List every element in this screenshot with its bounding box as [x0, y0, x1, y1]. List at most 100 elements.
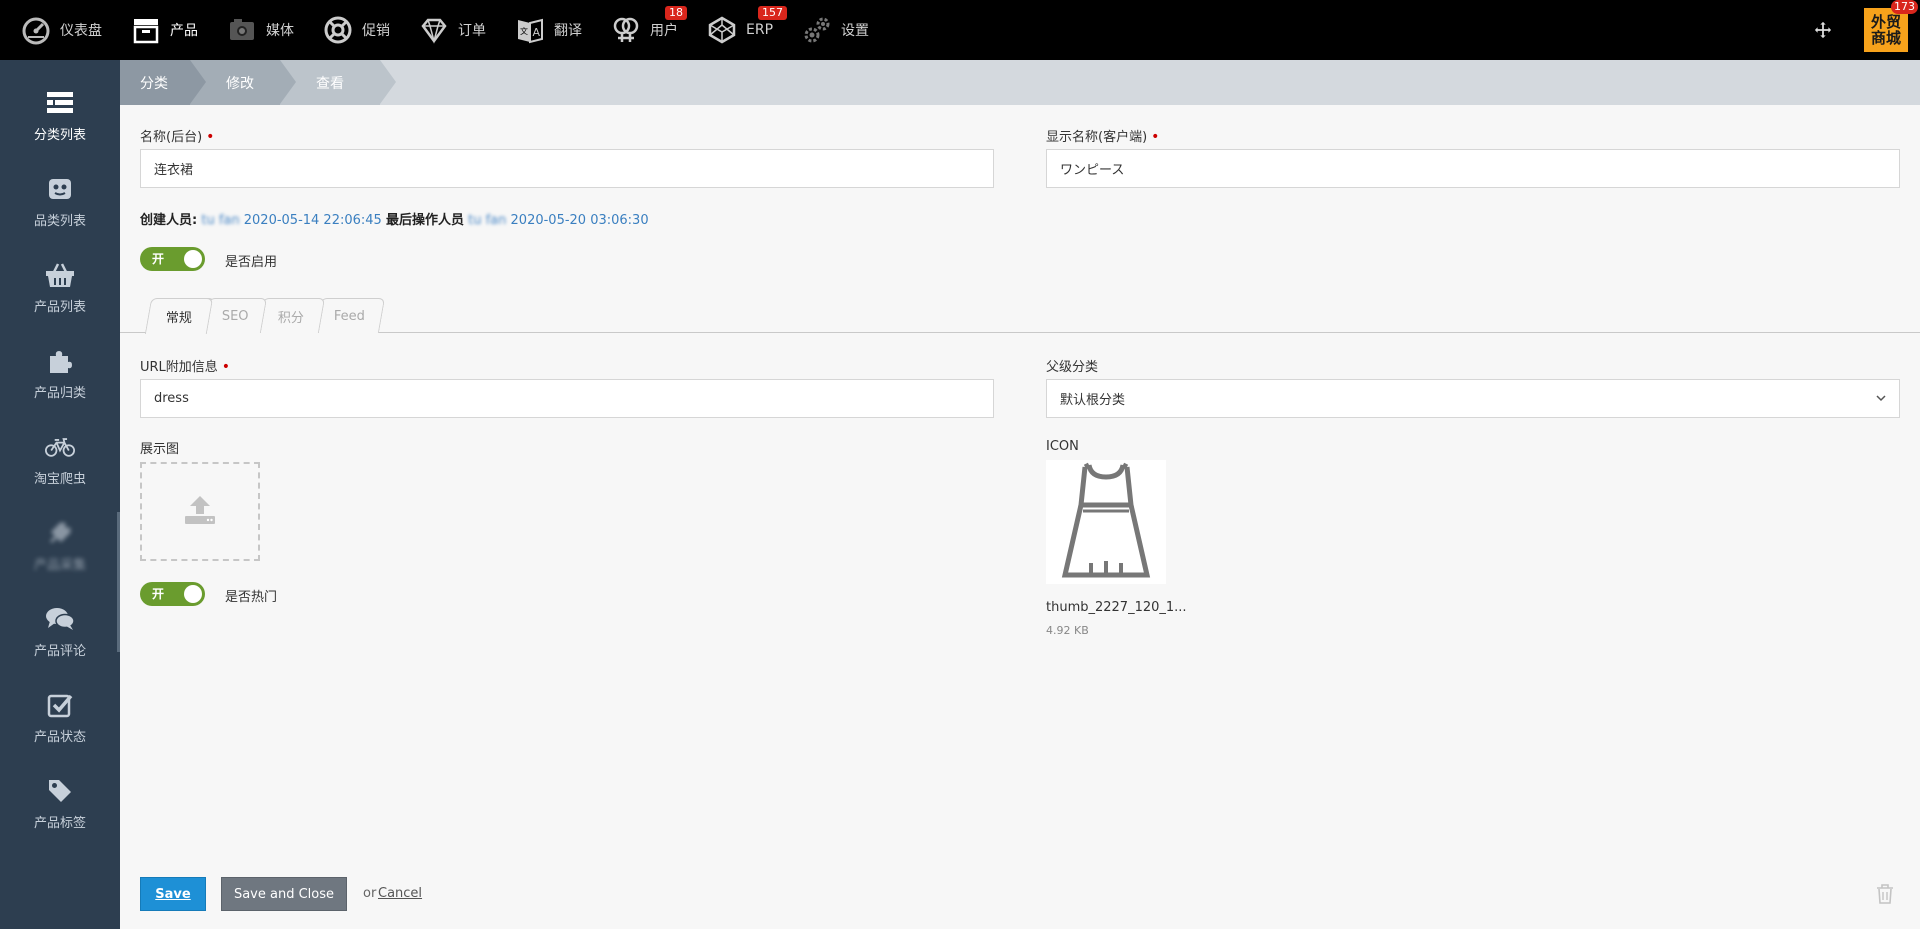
parent-category-select[interactable]: 默认根分类	[1046, 379, 1900, 418]
toggle-on-label: 开	[152, 252, 165, 266]
tab-divider	[120, 332, 1920, 333]
cancel-link[interactable]: Cancel	[378, 886, 422, 901]
users-icon	[610, 14, 642, 46]
created-at: 2020-05-14 22:06:45	[243, 213, 382, 228]
sidebar-item-label: 产品采集	[33, 557, 86, 573]
toggle-knob	[184, 585, 202, 603]
toggle-on-label: 开	[152, 587, 165, 601]
sidebar-item-category-list[interactable]: 分类列表	[0, 72, 120, 158]
creator-label: 创建人员:	[140, 213, 198, 228]
topnav-product[interactable]: 产品	[130, 0, 198, 60]
plug-icon	[45, 518, 75, 548]
sidebar-item-product-list[interactable]: 产品列表	[0, 244, 120, 330]
hot-toggle[interactable]: 开	[140, 582, 205, 606]
topnav-label: 仪表盘	[60, 23, 102, 39]
display-image-label: 展示图	[140, 442, 180, 457]
breadcrumb-category[interactable]: 分类	[120, 60, 190, 105]
trash-icon[interactable]	[1876, 884, 1894, 904]
topnav-dashboard[interactable]: 仪表盘	[20, 0, 102, 60]
breadcrumb-arrow	[280, 60, 296, 104]
erp-icon	[706, 14, 738, 46]
parent-category-value: 默认根分类	[1060, 393, 1126, 408]
enabled-toggle[interactable]: 开	[140, 247, 205, 271]
url-label: URL附加信息 •	[140, 359, 231, 375]
tab-general[interactable]: 常规	[144, 298, 214, 334]
sidebar-item-product-classify[interactable]: 产品归类	[0, 330, 120, 416]
url-input[interactable]	[140, 379, 994, 418]
comments-icon	[45, 604, 75, 634]
store-button[interactable]: 外贸商城 173	[1864, 0, 1918, 52]
enabled-label: 是否启用	[225, 255, 278, 270]
save-button[interactable]: Save	[140, 877, 206, 911]
topnav-media[interactable]: 媒体	[226, 0, 294, 60]
icon-thumbnail[interactable]	[1046, 460, 1166, 584]
users-badge: 18	[665, 6, 687, 20]
topnav-label: ERP	[746, 22, 774, 38]
sidebar-item-label: 分类列表	[33, 127, 86, 143]
topnav-promotion[interactable]: 促销	[322, 0, 390, 60]
sidebar-item-taobao-crawler[interactable]: 淘宝爬虫	[0, 416, 120, 502]
lifebuoy-icon	[322, 14, 354, 46]
breadcrumb-label: 分类	[140, 75, 168, 92]
sidebar-item-product-reviews[interactable]: 产品评论	[0, 588, 120, 674]
basket-icon	[45, 260, 75, 290]
sidebar-item-product-collect[interactable]: 产品采集	[0, 502, 120, 588]
topnav-settings[interactable]: 设置	[801, 0, 869, 60]
product-icon	[130, 14, 162, 46]
tab-feed[interactable]: Feed	[314, 298, 386, 333]
tab-seo[interactable]: SEO	[202, 298, 268, 333]
save-and-close-button[interactable]: Save and Close	[221, 877, 347, 911]
erp-badge: 157	[758, 6, 787, 20]
bicycle-icon	[45, 432, 75, 462]
upload-icon	[183, 494, 217, 530]
display-name-input[interactable]	[1046, 149, 1900, 188]
move-icon[interactable]	[1808, 15, 1838, 45]
modified-at: 2020-05-20 03:06:30	[510, 213, 649, 228]
topnav-label: 产品	[170, 23, 198, 39]
sidebar-item-label: 品类列表	[33, 213, 86, 229]
topnav-erp[interactable]: ERP 157	[706, 0, 787, 60]
topnav-translate[interactable]: A文 翻译	[514, 0, 582, 60]
name-input[interactable]	[140, 149, 994, 188]
modifier-label: 最后操作人员	[385, 213, 464, 228]
creator-name: tu fan	[201, 213, 240, 228]
sidebar-item-product-status[interactable]: 产品状态	[0, 674, 120, 760]
audit-info: 创建人员: tu fan 2020-05-14 22:06:45 最后操作人员 …	[140, 209, 649, 228]
topnav-users[interactable]: 用户 18	[610, 0, 687, 60]
sidebar: 分类列表 品类列表 产品列表 产品归类 淘宝爬虫 产品采集 产品评论 产品状态 …	[0, 60, 120, 929]
icon-label: ICON	[1046, 439, 1079, 454]
top-nav: 仪表盘 产品 媒体 促销 订单 A文 翻译 用户 18 ERP 157 设置	[0, 0, 897, 60]
icon-file-size: 4.92 KB	[1046, 624, 1089, 637]
sidebar-item-label: 产品归类	[33, 385, 86, 401]
tab-points[interactable]: 积分	[256, 298, 326, 333]
translate-icon: A文	[514, 14, 546, 46]
svg-text:文: 文	[520, 26, 528, 36]
gears-icon	[801, 14, 833, 46]
topnav-orders[interactable]: 订单	[418, 0, 486, 60]
required-marker: •	[221, 359, 231, 375]
sidebar-item-label: 产品评论	[33, 643, 86, 659]
breadcrumb: 查看 修改 分类	[120, 60, 1920, 105]
breadcrumb-arrow	[190, 60, 206, 104]
sidebar-item-label: 产品列表	[33, 299, 86, 315]
sidebar-item-product-tags[interactable]: 产品标签	[0, 760, 120, 846]
chevron-down-icon	[1875, 392, 1887, 408]
diamond-icon	[418, 14, 450, 46]
toggle-knob	[184, 250, 202, 268]
hot-label: 是否热门	[225, 590, 278, 605]
name-label: 名称(后台) •	[140, 129, 215, 145]
topnav-label: 媒体	[266, 23, 294, 39]
list-icon	[45, 88, 75, 118]
sidebar-item-label: 产品标签	[33, 815, 86, 831]
puzzle-icon	[45, 346, 75, 376]
sidebar-item-genre-list[interactable]: 品类列表	[0, 158, 120, 244]
image-upload-dropzone[interactable]	[140, 462, 260, 561]
topnav-label: 设置	[841, 23, 870, 39]
store-badge: 173	[1891, 0, 1918, 14]
robot-icon	[45, 174, 75, 204]
sidebar-scrollbar[interactable]	[117, 512, 120, 652]
sidebar-item-label: 产品状态	[33, 729, 86, 745]
modifier-name: tu fan	[468, 213, 507, 228]
parent-category-label: 父级分类	[1046, 360, 1099, 375]
top-bar: 仪表盘 产品 媒体 促销 订单 A文 翻译 用户 18 ERP 157 设置 外…	[0, 0, 1920, 60]
